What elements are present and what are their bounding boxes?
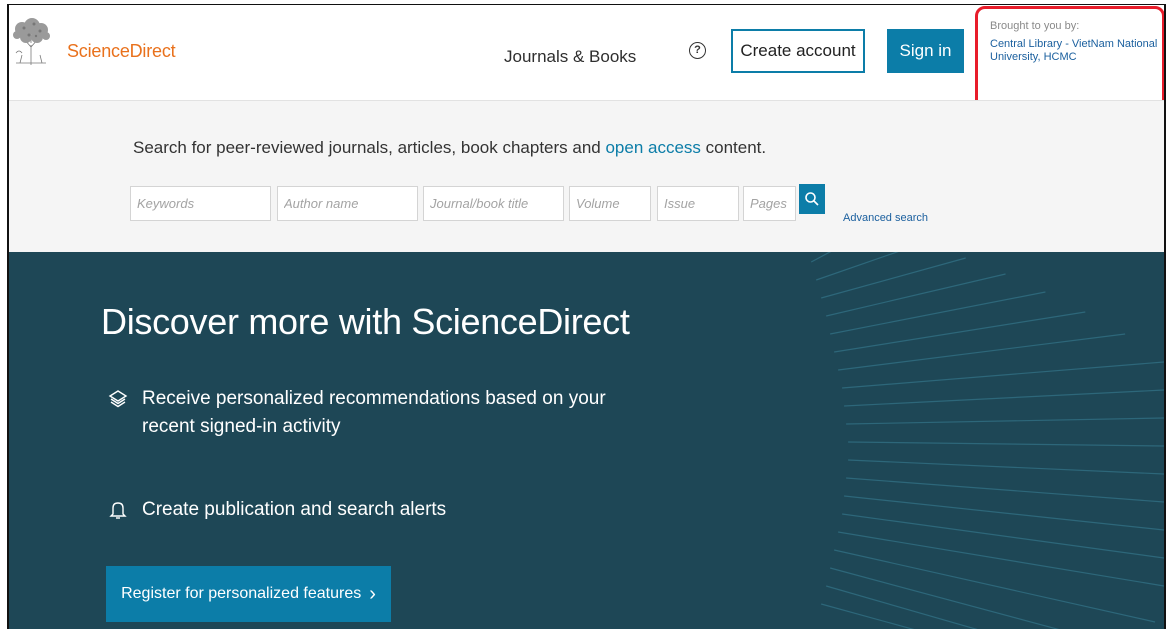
brought-to-you-label: Brought to you by: bbox=[990, 20, 1080, 32]
register-button-label: Register for personalized features bbox=[121, 585, 362, 602]
volume-input[interactable] bbox=[569, 186, 651, 221]
keywords-input[interactable] bbox=[130, 186, 271, 221]
open-access-link[interactable]: open access bbox=[605, 138, 700, 157]
register-button[interactable]: Register for personalized features › bbox=[106, 566, 391, 622]
feature-recommendations: Receive personalized recommendations bas… bbox=[142, 388, 606, 437]
hero-title: Discover more with ScienceDirect bbox=[101, 301, 630, 342]
search-icon bbox=[805, 192, 819, 206]
elsevier-tree-logo[interactable] bbox=[10, 17, 52, 67]
pages-input[interactable] bbox=[743, 186, 796, 221]
search-button[interactable] bbox=[799, 184, 825, 214]
hero-banner: Discover more with ScienceDirect Receive… bbox=[9, 252, 1164, 629]
institution-link[interactable]: Central Library - VietNam National Unive… bbox=[990, 38, 1164, 64]
layers-icon bbox=[108, 390, 128, 408]
chevron-right-icon: › bbox=[369, 583, 376, 605]
page-frame: ScienceDirect Journals & Books ? Create … bbox=[7, 4, 1166, 629]
search-prompt-end: content. bbox=[700, 138, 767, 157]
search-prompt: Search for peer-reviewed journals, artic… bbox=[133, 138, 766, 158]
search-prompt-text: Search for peer-reviewed journals, artic… bbox=[133, 138, 606, 157]
author-name-input[interactable] bbox=[277, 186, 418, 221]
issue-input[interactable] bbox=[657, 186, 739, 221]
sign-in-button[interactable]: Sign in bbox=[887, 29, 964, 73]
help-icon[interactable]: ? bbox=[689, 42, 706, 59]
journal-title-input[interactable] bbox=[423, 186, 564, 221]
create-account-button[interactable]: Create account bbox=[731, 29, 865, 73]
search-section: Search for peer-reviewed journals, artic… bbox=[9, 100, 1164, 253]
nav-journals-books[interactable]: Journals & Books bbox=[504, 47, 636, 67]
feature-alerts: Create publication and search alerts bbox=[142, 499, 447, 520]
bell-icon bbox=[109, 502, 127, 519]
advanced-search-link[interactable]: Advanced search bbox=[843, 212, 928, 224]
brand-name[interactable]: ScienceDirect bbox=[67, 41, 176, 62]
